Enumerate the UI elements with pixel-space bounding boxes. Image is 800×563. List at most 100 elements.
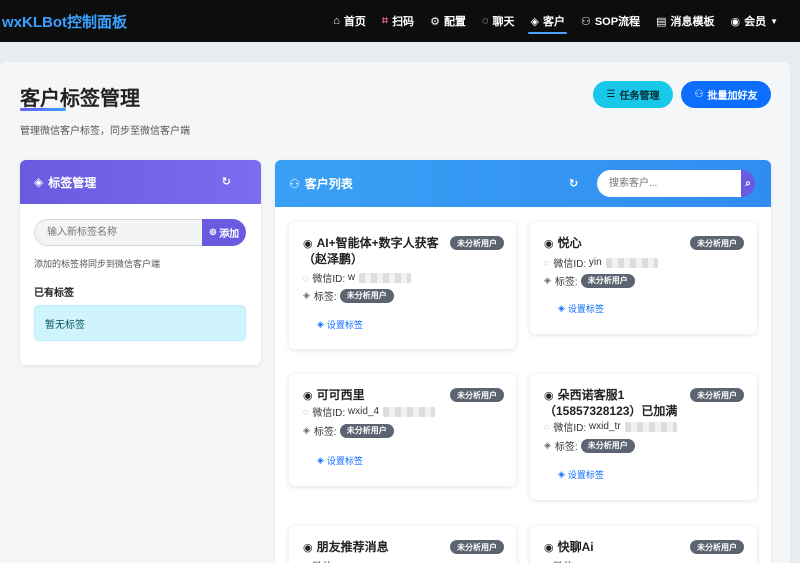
- task-management-button[interactable]: ☰ 任务管理: [593, 81, 673, 108]
- customer-card: ◉ 可可西里 未分析用户 ◌ 微信ID: wxid_4 ◈ 标签: 未分析用户 ◈…: [289, 374, 516, 486]
- customer-name: ◉ 朋友推荐消息: [303, 540, 389, 554]
- title-underline: [20, 108, 66, 111]
- user-icon: ◉: [730, 15, 741, 28]
- nav-label: 聊天: [492, 16, 515, 28]
- status-badge: 未分析用户: [450, 388, 504, 402]
- redacted-id: [624, 421, 677, 432]
- refresh-icon[interactable]: ↻: [222, 175, 231, 188]
- set-tag-button[interactable]: ◈ 设置标签: [558, 302, 604, 315]
- add-tag-button[interactable]: ⊕ 添加: [202, 219, 246, 246]
- gear-icon: ⚙: [430, 15, 440, 28]
- button-label: 批量加好友: [707, 91, 758, 102]
- chat-icon: ◌: [544, 257, 550, 268]
- redacted-id: [359, 272, 412, 283]
- tags-icon: ◈: [34, 175, 44, 189]
- tag-management-panel: ◈ 标签管理 ↻ ⊕ 添加 添加的标签将同步到微信客户端 已有标签 暂无标签: [20, 160, 261, 365]
- customer-name: ◉ 可可西里: [303, 388, 365, 402]
- search-input[interactable]: [597, 170, 741, 197]
- search-button[interactable]: ⌕: [741, 170, 755, 197]
- nav-item-home[interactable]: ⌂ 首页: [325, 0, 374, 42]
- tag-row: ◈ 标签: 未分析用户: [303, 288, 394, 303]
- tag-icon: ◈: [303, 290, 310, 300]
- set-tag-button[interactable]: ◈ 设置标签: [317, 318, 363, 331]
- refresh-icon[interactable]: ↻: [569, 177, 578, 190]
- batch-add-friends-button[interactable]: ⚇ 批量加好友: [681, 81, 771, 108]
- nav-label: 首页: [343, 16, 366, 28]
- page-container: 客户标签管理 管理微信客户标签，同步至微信客户端 ☰ 任务管理 ⚇ 批量加好友 …: [0, 62, 790, 563]
- tag-icon: ◈: [530, 15, 539, 28]
- tag-row: ◈ 标签: 未分析用户: [544, 273, 635, 288]
- nav-label: SOP流程: [594, 16, 641, 28]
- users-icon: ⚇: [289, 176, 300, 191]
- redacted-id: [605, 257, 658, 268]
- chat-icon: ◌: [303, 406, 309, 417]
- button-label: 任务管理: [619, 91, 660, 102]
- users-icon: ⚇: [694, 89, 704, 100]
- no-tags-alert: 暂无标签: [34, 305, 246, 341]
- customer-name: ◉ 悦心: [544, 236, 582, 250]
- customer-name: ◉ AI+智能体+数字人获客 （赵泽鹏）: [303, 236, 439, 266]
- redacted-id: [383, 406, 436, 417]
- nav-item-sop[interactable]: ⚇ SOP流程: [573, 0, 648, 42]
- customer-card: ◉ AI+智能体+数字人获客 （赵泽鹏） 未分析用户 ◌ 微信ID: w ◈ 标签…: [289, 222, 516, 349]
- nav-label: 客户: [542, 16, 565, 28]
- user-circle-icon: ◉: [544, 238, 554, 250]
- set-tag-button[interactable]: ◈ 设置标签: [558, 468, 604, 481]
- wechat-id-row: ◌ 微信ID:: [303, 558, 345, 563]
- customer-panel-header: ⚇ 客户列表 ↻ ⌕: [275, 160, 771, 207]
- customer-panel-title: 客户列表: [304, 177, 353, 191]
- customer-card: ◉快聊Ai 未分析用户 ◌ 微信ID:: [530, 526, 757, 563]
- tag-icon: ◈: [317, 455, 324, 465]
- nav-item-chat[interactable]: ◌ 聊天: [474, 0, 523, 42]
- tag-panel-title: 标签管理: [48, 175, 97, 190]
- chat-icon: ◌: [544, 421, 550, 432]
- new-tag-input[interactable]: [34, 219, 202, 246]
- qr-icon: ⌗: [381, 14, 389, 27]
- user-circle-icon: ◉: [544, 390, 554, 402]
- nav-item-scan[interactable]: ⌗ 扫码: [374, 0, 422, 42]
- status-badge: 未分析用户: [690, 540, 744, 554]
- nav-label: 消息模板: [670, 16, 715, 28]
- tag-icon: ◈: [317, 319, 324, 329]
- users-icon: ⚇: [580, 15, 591, 28]
- status-badge: 未分析用户: [450, 236, 504, 250]
- page-title: 客户标签管理: [20, 88, 140, 110]
- customer-search: ⌕: [597, 170, 755, 197]
- nav-item-member[interactable]: ◉ 会员 ▼: [722, 0, 786, 42]
- tag-icon: ◈: [544, 275, 551, 285]
- button-label: 添加: [219, 229, 240, 240]
- tag-sync-hint: 添加的标签将同步到微信客户端: [34, 259, 161, 269]
- tag-row: ◈ 标签: 未分析用户: [544, 438, 635, 453]
- nav-label: 配置: [443, 16, 466, 28]
- template-icon: ▤: [656, 15, 667, 28]
- user-circle-icon: ◉: [544, 542, 554, 554]
- new-tag-form: ⊕ 添加: [34, 219, 246, 246]
- brand-title[interactable]: wxKLBot控制面板: [0, 11, 127, 32]
- customer-card: ◉ 悦心 未分析用户 ◌ 微信ID: yin ◈ 标签: 未分析用户 ◈ 设置标签: [530, 222, 757, 334]
- set-tag-button[interactable]: ◈ 设置标签: [317, 454, 363, 467]
- tag-row: ◈ 标签: 未分析用户: [303, 423, 394, 438]
- tag-icon: ◈: [303, 425, 310, 435]
- tag-panel-header: ◈ 标签管理 ↻: [20, 160, 261, 204]
- nav-item-templates[interactable]: ▤ 消息模板: [648, 0, 722, 42]
- wechat-id-row: ◌ 微信ID: wxid_4: [303, 404, 436, 419]
- status-badge: 未分析用户: [450, 540, 504, 554]
- nav-item-customer[interactable]: ◈ 客户: [522, 0, 572, 42]
- customer-card: ◉ 朵西诺客服1 （15857328123）已加满 未分析用户 ◌ 微信ID: w…: [530, 374, 757, 500]
- existing-tags-heading: 已有标签: [34, 288, 74, 299]
- navbar: wxKLBot控制面板 ⌂ 首页 ⌗ 扫码 ⚙ 配置 ◌ 聊天 ◈ 客户 ⚇ S…: [0, 0, 800, 42]
- home-icon: ⌂: [333, 15, 340, 27]
- wechat-id-row: ◌ 微信ID: wxid_tr: [544, 419, 677, 434]
- chevron-down-icon: ▼: [770, 16, 778, 26]
- chat-icon: ◌: [481, 15, 489, 27]
- search-icon: ⌕: [745, 178, 751, 189]
- plus-circle-icon: ⊕: [208, 227, 218, 238]
- nav-label: 扫码: [392, 16, 415, 28]
- tag-badge: 未分析用户: [339, 288, 394, 303]
- tag-badge: 未分析用户: [339, 423, 394, 438]
- list-icon: ☰: [606, 89, 616, 100]
- customer-list-panel: ⚇ 客户列表 ↻ ⌕ ◉AI+智能体+数字人获客 （赵泽鹏） 未分析用户 ◌ 微…: [275, 160, 771, 563]
- nav-item-config[interactable]: ⚙ 配置: [422, 0, 474, 42]
- user-circle-icon: ◉: [303, 390, 313, 402]
- wechat-id-row: ◌ 微信ID: w: [303, 270, 412, 285]
